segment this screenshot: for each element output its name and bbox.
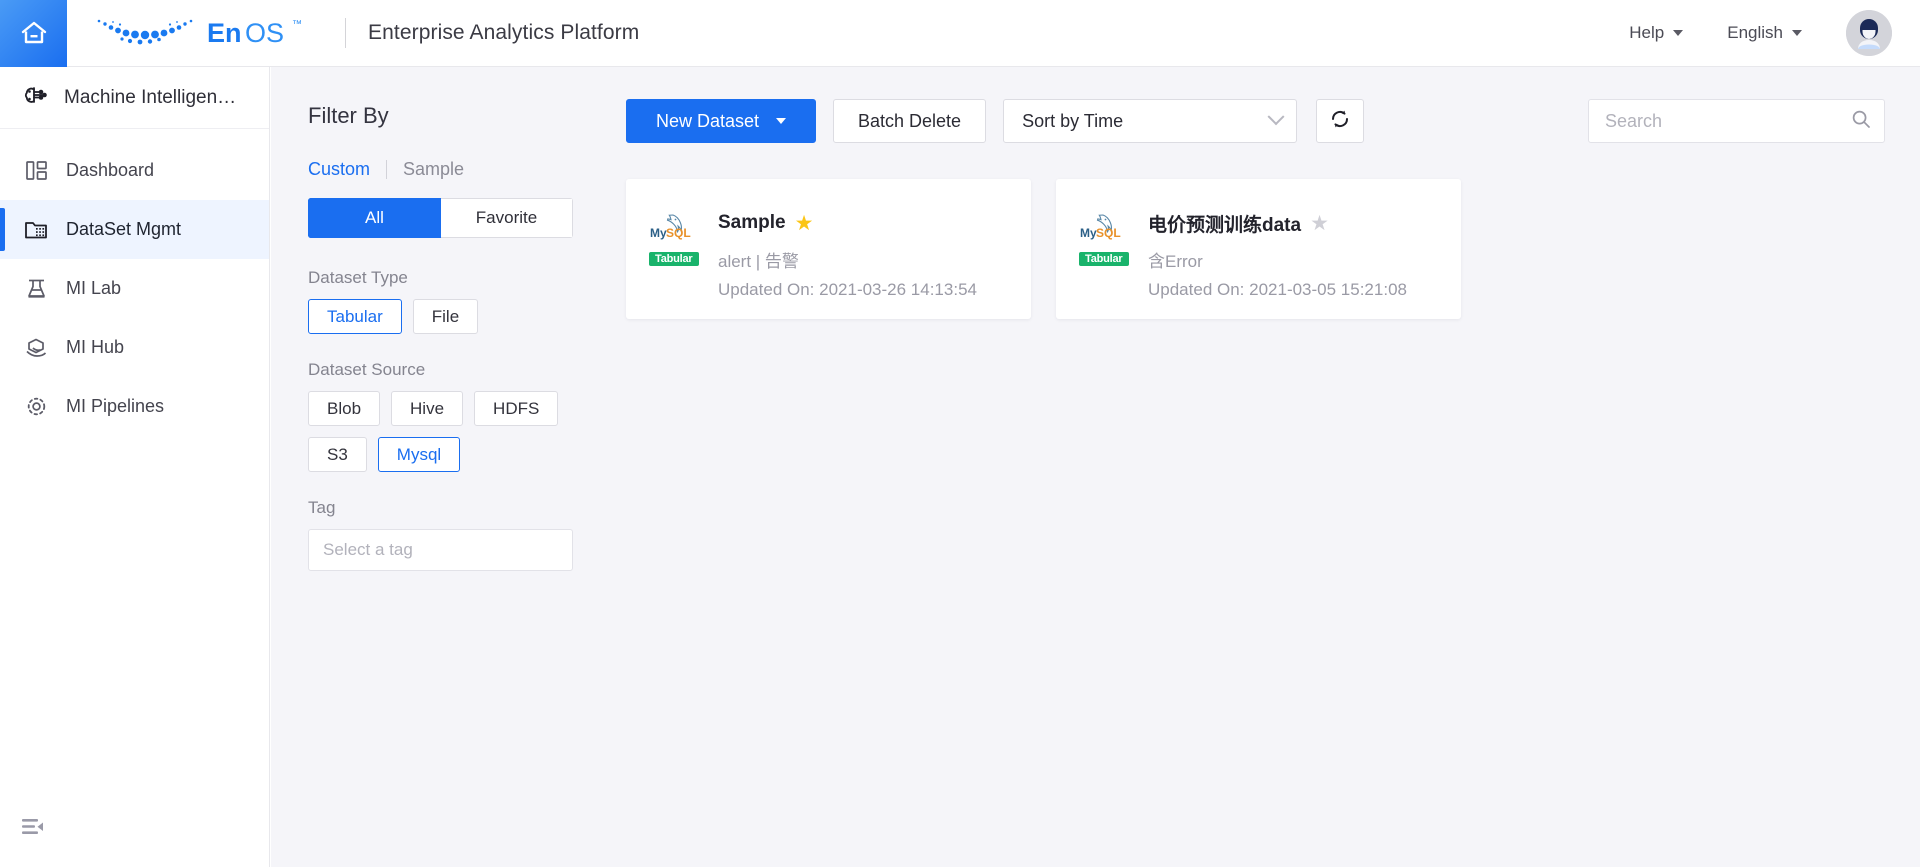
chevron-down-icon <box>1792 30 1802 36</box>
svg-text:OS: OS <box>245 18 284 48</box>
sidebar-module-header[interactable]: Machine Intelligen… <box>0 67 269 129</box>
chip-blob[interactable]: Blob <box>308 391 380 426</box>
tab-custom[interactable]: Custom <box>308 159 370 180</box>
dataset-card[interactable]: My SQL Tabular Sample ★ alert | 告警 Updat… <box>626 179 1031 319</box>
flask-icon <box>18 277 54 301</box>
brand-divider <box>345 18 346 48</box>
dataset-source-options: Blob Hive HDFS S3 Mysql <box>308 391 573 472</box>
sidebar-item-label: Dashboard <box>66 160 154 181</box>
chevron-down-icon <box>776 118 786 124</box>
chevron-down-icon <box>1673 30 1683 36</box>
top-header: En OS ™ Enterprise Analytics Platform He… <box>0 0 1920 67</box>
svg-text:™: ™ <box>292 19 302 30</box>
chip-mysql[interactable]: Mysql <box>378 437 460 472</box>
brain-circuit-icon <box>18 85 54 110</box>
tag-select[interactable]: Select a tag <box>308 529 573 571</box>
favorite-segment-control: All Favorite <box>308 198 573 238</box>
sidebar-item-mi-lab[interactable]: MI Lab <box>0 259 269 318</box>
mysql-icon: My SQL <box>649 212 705 251</box>
help-label: Help <box>1629 23 1664 43</box>
header-actions: Help English <box>1629 10 1920 56</box>
help-menu[interactable]: Help <box>1629 23 1683 43</box>
dataset-updated-on: Updated On: 2021-03-05 15:21:08 <box>1148 280 1407 300</box>
folder-grid-icon <box>18 218 54 241</box>
tab-divider <box>386 160 387 179</box>
tag-label: Tag <box>308 498 608 518</box>
chip-tabular[interactable]: Tabular <box>308 299 402 334</box>
avatar[interactable] <box>1846 10 1892 56</box>
dataset-card-body: 电价预测训练data ★ 含Error Updated On: 2021-03-… <box>1139 209 1407 319</box>
sidebar-nav: Dashboard DataSet Mgmt <box>0 129 269 436</box>
svg-text:My: My <box>1080 226 1097 240</box>
refresh-button[interactable] <box>1316 99 1364 143</box>
sort-select-value: Sort by Time <box>1022 111 1123 132</box>
chip-hive[interactable]: Hive <box>391 391 463 426</box>
dataset-name: 电价预测训练data <box>1148 210 1301 237</box>
sidebar-module-title: Machine Intelligen… <box>64 87 236 109</box>
dataset-source-badge: My SQL Tabular <box>1079 209 1139 319</box>
mysql-icon: My SQL <box>1079 212 1135 251</box>
dataset-type-options: Tabular File <box>308 299 608 334</box>
favorite-star-icon[interactable]: ★ <box>795 213 814 234</box>
language-menu[interactable]: English <box>1727 23 1802 43</box>
scope-tabs: Custom Sample <box>308 159 608 180</box>
dataset-updated-on: Updated On: 2021-03-26 14:13:54 <box>718 280 977 300</box>
dataset-subtitle: alert | 告警 <box>718 247 977 272</box>
dataset-type-badge: Tabular <box>1079 252 1129 266</box>
new-dataset-label: New Dataset <box>656 111 759 132</box>
sort-select[interactable]: Sort by Time <box>1003 99 1297 143</box>
sidebar-item-mi-hub[interactable]: MI Hub <box>0 318 269 377</box>
sidebar: Machine Intelligen… Dashboard <box>0 67 270 867</box>
segment-favorite[interactable]: Favorite <box>441 198 573 238</box>
dataset-source-label: Dataset Source <box>308 360 608 380</box>
favorite-star-icon[interactable]: ★ <box>1310 213 1329 234</box>
app-title: Enterprise Analytics Platform <box>368 21 639 45</box>
svg-text:SQL: SQL <box>666 226 691 240</box>
home-button[interactable] <box>0 0 67 67</box>
filter-panel-title: Filter By <box>308 103 608 129</box>
sidebar-item-dashboard[interactable]: Dashboard <box>0 141 269 200</box>
svg-text:My: My <box>650 226 667 240</box>
batch-delete-button[interactable]: Batch Delete <box>833 99 986 143</box>
dataset-type-label: Dataset Type <box>308 268 608 288</box>
svg-text:SQL: SQL <box>1096 226 1121 240</box>
segment-all[interactable]: All <box>308 198 441 238</box>
hub-hand-icon <box>18 336 54 359</box>
dataset-type-badge: Tabular <box>649 252 699 266</box>
dashboard-icon <box>18 159 54 182</box>
dataset-card-body: Sample ★ alert | 告警 Updated On: 2021-03-… <box>709 209 977 319</box>
chip-file[interactable]: File <box>413 299 478 334</box>
dataset-source-badge: My SQL Tabular <box>649 209 709 319</box>
dataset-card[interactable]: My SQL Tabular 电价预测训练data ★ 含Error Updat… <box>1056 179 1461 319</box>
collapse-sidebar-button[interactable] <box>22 818 45 841</box>
filter-panel: Filter By Custom Sample All Favorite Dat… <box>271 67 608 867</box>
sidebar-item-mi-pipelines[interactable]: MI Pipelines <box>0 377 269 436</box>
search-icon[interactable] <box>1851 109 1871 134</box>
dataset-card-grid: My SQL Tabular Sample ★ alert | 告警 Updat… <box>626 179 1885 319</box>
main-content: New Dataset Batch Delete Sort by Time Se… <box>608 67 1920 867</box>
chevron-down-icon <box>1268 108 1285 125</box>
enos-logo[interactable]: En OS ™ <box>89 12 319 54</box>
dataset-name: Sample <box>718 212 786 234</box>
sidebar-item-label: MI Lab <box>66 278 121 299</box>
chip-hdfs[interactable]: HDFS <box>474 391 558 426</box>
collapse-sidebar-icon <box>22 823 45 840</box>
sidebar-item-label: MI Hub <box>66 337 124 358</box>
refresh-icon <box>1329 108 1351 135</box>
sidebar-item-label: DataSet Mgmt <box>66 219 181 240</box>
search-box[interactable]: Search <box>1588 99 1885 143</box>
sidebar-item-label: MI Pipelines <box>66 396 164 417</box>
pipeline-gear-icon <box>18 395 54 418</box>
chip-s3[interactable]: S3 <box>308 437 367 472</box>
search-placeholder: Search <box>1605 111 1662 132</box>
toolbar: New Dataset Batch Delete Sort by Time Se… <box>626 99 1885 143</box>
home-icon <box>19 19 49 47</box>
language-label: English <box>1727 23 1783 43</box>
tag-placeholder: Select a tag <box>323 540 413 560</box>
new-dataset-button[interactable]: New Dataset <box>626 99 816 143</box>
dataset-subtitle: 含Error <box>1148 247 1407 272</box>
svg-text:En: En <box>207 18 242 48</box>
sidebar-item-dataset-mgmt[interactable]: DataSet Mgmt <box>0 200 269 259</box>
tab-sample[interactable]: Sample <box>403 159 464 180</box>
